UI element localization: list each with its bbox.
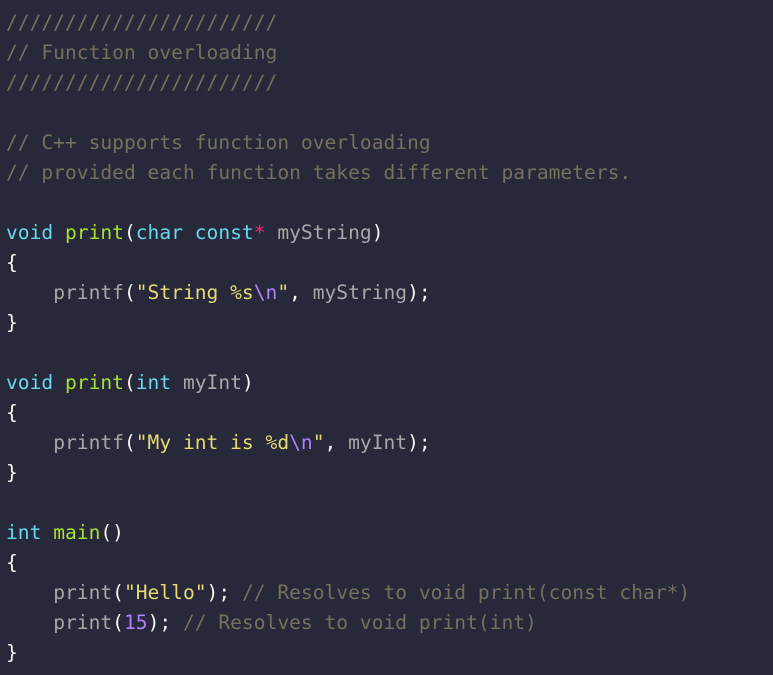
code-identifier: myInt xyxy=(182,371,242,394)
code-punctuation: ( xyxy=(123,431,136,454)
code-punctuation: } xyxy=(6,311,18,334)
code-comment: /////////////////////// xyxy=(6,71,278,94)
code-keyword: const xyxy=(194,221,254,244)
code-punctuation: } xyxy=(6,641,18,664)
code-number-literal: 15 xyxy=(123,611,148,634)
code-punctuation xyxy=(53,221,65,244)
code-line[interactable]: printf("My int is %d\n", myInt); xyxy=(6,428,773,458)
code-punctuation xyxy=(6,431,53,454)
code-punctuation: ) xyxy=(371,221,384,244)
code-function-name: print xyxy=(64,221,124,244)
code-line[interactable]: /////////////////////// xyxy=(6,8,773,38)
code-keyword: int xyxy=(6,521,42,544)
code-keyword: void xyxy=(6,371,54,394)
code-line[interactable]: printf("String %s\n", myString); xyxy=(6,278,773,308)
code-comment: // Resolves to void print(int) xyxy=(182,611,537,634)
code-line[interactable]: /////////////////////// xyxy=(6,68,773,98)
code-punctuation: ( xyxy=(112,611,124,634)
code-line[interactable]: } xyxy=(6,458,773,488)
code-line[interactable]: ​ xyxy=(6,188,773,218)
code-comment: // Function overloading xyxy=(6,41,278,64)
code-line[interactable]: // provided each function takes differen… xyxy=(6,158,773,188)
code-punctuation: ); xyxy=(407,281,431,304)
code-punctuation: () xyxy=(100,521,124,544)
code-line[interactable]: { xyxy=(6,548,773,578)
code-punctuation: ( xyxy=(112,581,124,604)
code-punctuation: ); xyxy=(407,431,431,454)
code-string-literal: "String %s xyxy=(135,281,254,304)
code-line[interactable]: print(15); // Resolves to void print(int… xyxy=(6,608,773,638)
code-punctuation xyxy=(171,371,183,394)
code-identifier: myString xyxy=(277,221,372,244)
code-line[interactable]: // C++ supports function overloading xyxy=(6,128,773,158)
code-identifier: myString xyxy=(312,281,408,304)
code-line[interactable]: int main() xyxy=(6,518,773,548)
code-punctuation: { xyxy=(6,401,18,424)
code-punctuation: ( xyxy=(123,371,136,394)
code-punctuation: , xyxy=(289,281,313,304)
code-string-literal: "My int is %d xyxy=(135,431,290,454)
code-operator: * xyxy=(253,221,266,244)
code-punctuation xyxy=(6,611,53,634)
code-line[interactable]: } xyxy=(6,308,773,338)
code-punctuation: ( xyxy=(123,281,136,304)
code-punctuation xyxy=(53,371,65,394)
code-string-literal: " xyxy=(312,431,325,454)
code-call-name: printf xyxy=(53,281,124,304)
code-punctuation: } xyxy=(6,461,18,484)
code-comment: // provided each function takes differen… xyxy=(6,161,632,184)
code-line[interactable]: { xyxy=(6,398,773,428)
code-punctuation: ); xyxy=(206,581,242,604)
code-punctuation: { xyxy=(6,251,18,274)
code-call-name: print xyxy=(53,611,113,634)
code-string-literal: "Hello" xyxy=(123,581,207,604)
code-punctuation xyxy=(6,581,53,604)
code-keyword: void xyxy=(6,221,54,244)
code-string-literal: " xyxy=(277,281,290,304)
code-punctuation: ); xyxy=(147,611,183,634)
code-punctuation xyxy=(41,521,53,544)
code-punctuation xyxy=(266,221,278,244)
code-line[interactable]: ​ xyxy=(6,338,773,368)
code-line[interactable]: // Function overloading xyxy=(6,38,773,68)
code-keyword: char xyxy=(135,221,183,244)
code-punctuation: ) xyxy=(241,371,254,394)
code-identifier: myInt xyxy=(348,431,408,454)
code-escape-sequence: \n xyxy=(253,281,278,304)
code-line[interactable]: void print(char const* myString) xyxy=(6,218,773,248)
code-line[interactable]: ​ xyxy=(6,488,773,518)
code-function-name: print xyxy=(64,371,124,394)
code-comment: // C++ supports function overloading xyxy=(6,131,431,154)
code-line[interactable]: { xyxy=(6,248,773,278)
code-comment: // Resolves to void print(const char*) xyxy=(241,581,691,604)
code-call-name: printf xyxy=(53,431,124,454)
code-punctuation: { xyxy=(6,551,18,574)
code-comment: /////////////////////// xyxy=(6,11,278,34)
code-punctuation: ( xyxy=(123,221,136,244)
code-keyword: int xyxy=(135,371,172,394)
code-punctuation xyxy=(183,221,195,244)
code-line[interactable]: void print(int myInt) xyxy=(6,368,773,398)
code-line[interactable]: } xyxy=(6,638,773,668)
code-punctuation: , xyxy=(324,431,349,454)
code-function-name: main xyxy=(53,521,101,544)
code-escape-sequence: \n xyxy=(289,431,313,454)
code-line[interactable]: print("Hello"); // Resolves to void prin… xyxy=(6,578,773,608)
code-editor[interactable]: /////////////////////// // Function overl… xyxy=(6,8,773,675)
code-call-name: print xyxy=(53,581,113,604)
code-line[interactable]: ​ xyxy=(6,98,773,128)
code-punctuation xyxy=(6,281,53,304)
